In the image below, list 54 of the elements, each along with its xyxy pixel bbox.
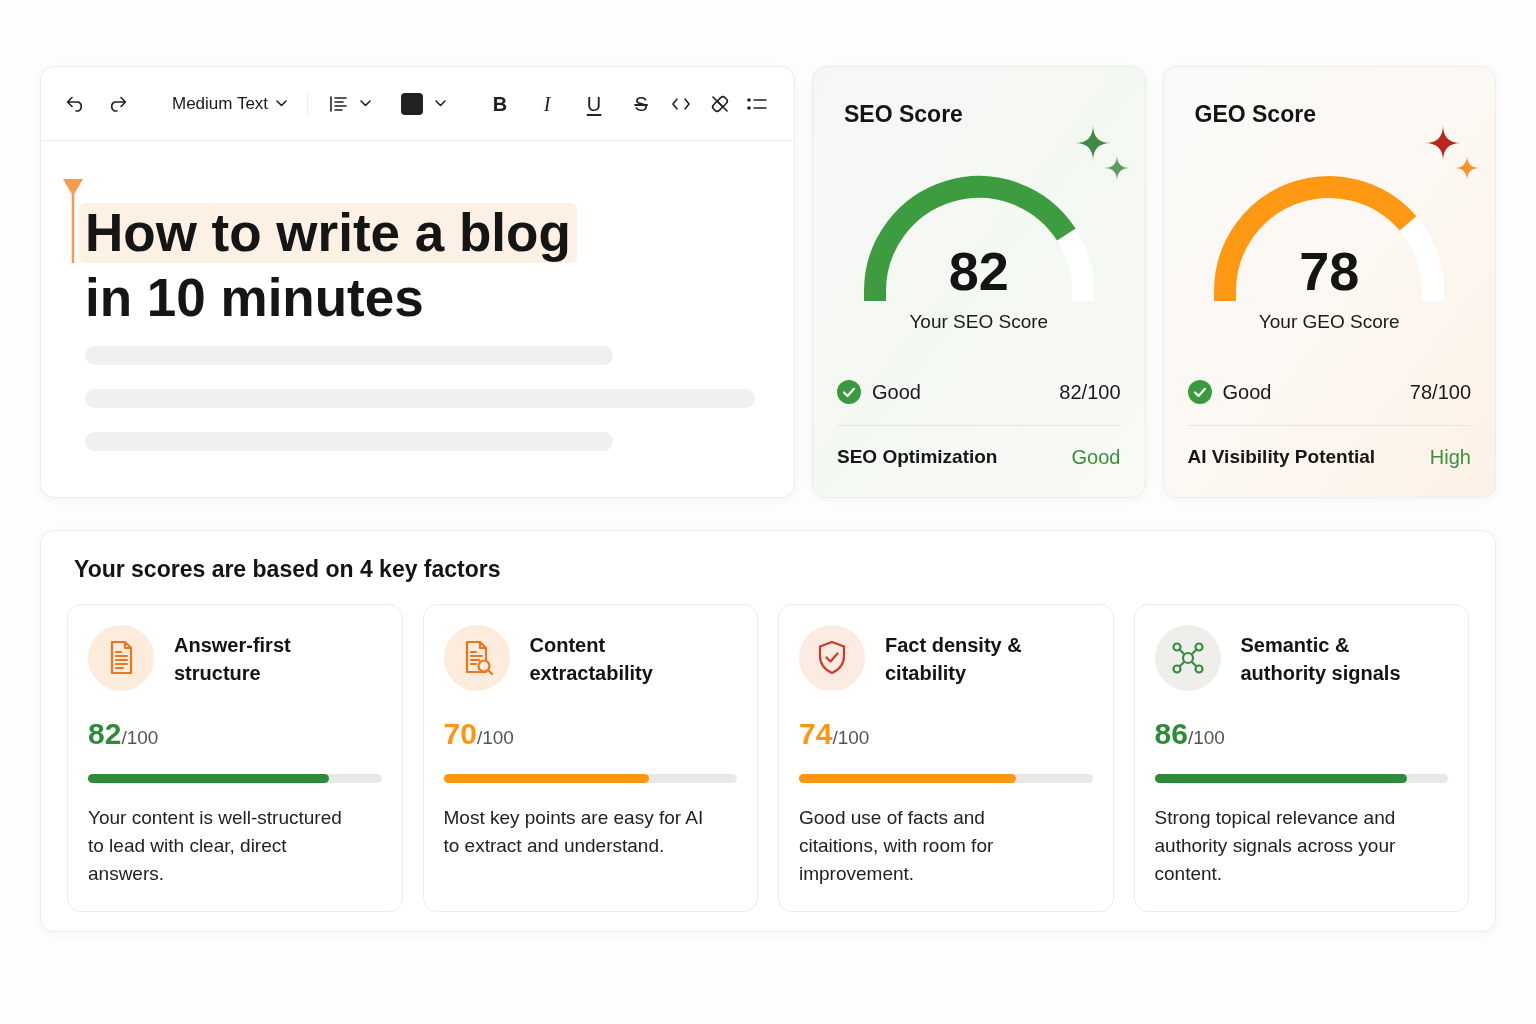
network-icon <box>1154 625 1221 691</box>
document-search-icon <box>443 625 510 691</box>
factor-title: Answer-first structure <box>174 633 292 686</box>
code-icon <box>672 97 691 110</box>
factor-title: Fact density & citability <box>885 633 1023 686</box>
align-left-icon <box>330 95 348 112</box>
text-cursor-icon <box>63 179 83 263</box>
chevron-icon <box>276 100 288 107</box>
text-color-dropdown[interactable] <box>401 92 447 115</box>
score-total: /100 <box>121 727 159 750</box>
eraser-icon <box>710 93 731 114</box>
metric-value: Good <box>1071 445 1121 470</box>
factor-description: Good use of facts and citaitions, with room for improvement. <box>799 805 995 886</box>
align-dropdown[interactable] <box>330 95 372 112</box>
section-title: Your scores are based on 4 key factors <box>74 555 501 583</box>
factor-score: 74 <box>799 717 833 751</box>
score-fraction: 78/100 <box>1409 380 1471 405</box>
document-icon <box>88 625 154 691</box>
status-label: Good <box>872 380 921 405</box>
score-fraction: 82/100 <box>1059 380 1121 405</box>
factor-title: Content extractability <box>529 633 654 686</box>
underline-button[interactable]: U <box>580 89 609 118</box>
score-caption: Your GEO Score <box>1258 310 1400 334</box>
strikethrough-button[interactable]: S <box>627 89 656 118</box>
check-circle-icon <box>837 380 861 404</box>
score-total: /100 <box>1187 727 1225 750</box>
shield-check-icon <box>799 625 865 691</box>
factor-description: Your content is well-structured to lead with clear, direct answers. <box>88 805 343 886</box>
score-total: /100 <box>476 727 514 750</box>
score-value: 82 <box>948 245 1009 297</box>
score-total: /100 <box>832 727 870 750</box>
bullet-list-icon <box>747 96 768 111</box>
card-title: GEO Score <box>1194 100 1316 129</box>
card-title: SEO Score <box>844 100 963 129</box>
heading-line: in 10 minutes <box>84 268 425 328</box>
status-label: Good <box>1222 380 1272 405</box>
bold-button[interactable]: B <box>486 89 515 118</box>
factor-score: 70 <box>443 717 477 751</box>
score-caption: Your SEO Score <box>909 310 1049 334</box>
factor-score: 82 <box>88 717 122 751</box>
chevron-icon <box>360 100 372 107</box>
metric-label: AI Visibility Potential <box>1187 444 1376 469</box>
text-style-dropdown[interactable]: Medium Text <box>172 90 288 117</box>
italic-button[interactable]: I <box>533 89 562 118</box>
color-swatch-icon <box>401 92 424 115</box>
factor-description: Most key points are easy for AI to extract and understand. <box>443 805 705 858</box>
factor-title: Semantic & authority signals <box>1240 633 1402 686</box>
chevron-icon <box>435 100 447 107</box>
factor-score: 86 <box>1154 717 1188 751</box>
metric-value: High <box>1429 445 1471 470</box>
metric-label: SEO Optimization <box>837 444 998 469</box>
check-circle-icon <box>1187 380 1212 404</box>
score-value: 78 <box>1299 245 1360 297</box>
factor-description: Strong topical relevance and authority signals across your content. <box>1154 805 1397 886</box>
